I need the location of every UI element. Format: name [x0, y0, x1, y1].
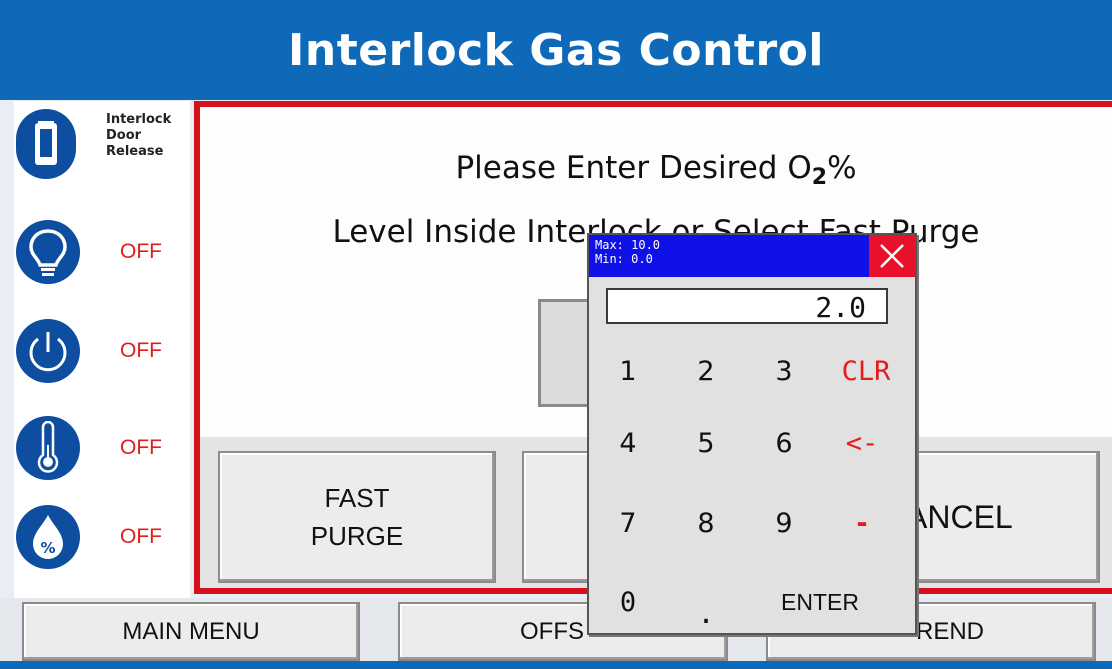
page-title: Interlock Gas Control	[0, 0, 1112, 100]
power-icon	[16, 319, 80, 383]
door-label-line3: Release	[106, 144, 164, 159]
power-status: OFF	[120, 339, 162, 362]
key-clear[interactable]: CLR	[831, 346, 901, 396]
key-4[interactable]: 4	[593, 418, 663, 468]
prompt-line1-prefix: Please Enter Desired O	[455, 150, 812, 186]
close-icon	[880, 244, 904, 268]
key-0[interactable]: 0	[593, 577, 663, 627]
key-5[interactable]: 5	[671, 418, 741, 468]
fast-purge-line1: FAST	[324, 483, 390, 513]
temperature-status: OFF	[120, 436, 162, 459]
keypad-display: 2.0	[606, 288, 888, 324]
o2-subscript: 2	[811, 165, 828, 190]
key-1[interactable]: 1	[593, 346, 663, 396]
door-label-line2: Door	[106, 128, 142, 143]
key-7[interactable]: 7	[593, 498, 663, 548]
oxygen-status: OFF	[120, 525, 162, 548]
key-2[interactable]: 2	[671, 346, 741, 396]
thermometer-icon	[16, 416, 80, 480]
svg-text:%: %	[40, 539, 55, 557]
fast-purge-button[interactable]: FAST PURGE	[218, 451, 496, 583]
cancel-label: ANCEL	[906, 499, 1013, 535]
keypad-max: Max: 10.0	[595, 238, 661, 252]
prompt-line1-suffix: %	[827, 150, 857, 186]
page-title-text: Interlock Gas Control	[288, 24, 824, 76]
door-release-icon	[16, 109, 76, 179]
bottom-nav: MAIN MENU OFFS REND	[0, 598, 1112, 669]
key-6[interactable]: 6	[749, 418, 819, 468]
lightbulb-icon	[16, 220, 80, 284]
key-enter[interactable]: ENTER	[765, 577, 875, 627]
light-toggle[interactable]: OFF	[14, 220, 190, 300]
key-8[interactable]: 8	[671, 498, 741, 548]
light-status: OFF	[120, 240, 162, 263]
oxygen-toggle[interactable]: % OFF	[14, 505, 190, 585]
numeric-keypad: Max: 10.0 Min: 0.0 2.0 1 2 3 CLR 4 5 6 <…	[587, 233, 917, 635]
keypad-close-button[interactable]	[869, 235, 915, 277]
key-3[interactable]: 3	[749, 346, 819, 396]
trend-label: REND	[916, 617, 985, 645]
fast-purge-line2: PURGE	[310, 521, 404, 551]
door-release-label: Interlock Door Release	[106, 112, 171, 160]
power-toggle[interactable]: OFF	[14, 319, 190, 399]
key-backspace[interactable]: <-	[827, 418, 897, 468]
status-sidebar: Interlock Door Release OFF OFF OFF % OFF	[14, 101, 190, 598]
key-decimal[interactable]: .	[671, 587, 741, 637]
key-minus[interactable]: -	[827, 498, 897, 548]
door-label-line1: Interlock	[106, 112, 172, 127]
prompt-line1: Please Enter Desired O2%	[200, 141, 1112, 205]
temperature-toggle[interactable]: OFF	[14, 416, 190, 496]
main-menu-label: MAIN MENU	[122, 617, 260, 645]
key-9[interactable]: 9	[749, 498, 819, 548]
cancel-button[interactable]: ANCEL	[900, 451, 1100, 583]
offset-label: OFFS	[520, 617, 584, 645]
keypad-title-bar: Max: 10.0 Min: 0.0	[589, 235, 869, 277]
main-menu-button[interactable]: MAIN MENU	[22, 602, 360, 661]
bottom-border	[0, 661, 1112, 669]
hmi-screen: Interlock Gas Control Interlock Door Rel…	[0, 0, 1112, 669]
percent-drop-icon: %	[16, 505, 80, 569]
door-release-button[interactable]: Interlock Door Release	[14, 109, 190, 189]
keypad-min: Min: 0.0	[595, 252, 653, 266]
